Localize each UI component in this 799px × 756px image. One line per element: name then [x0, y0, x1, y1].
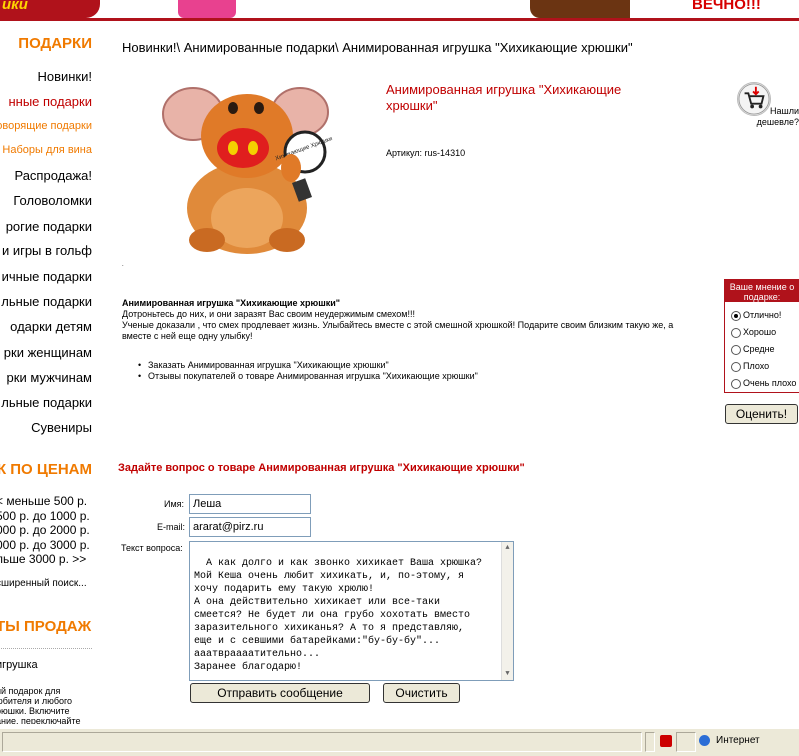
sidebar-item[interactable]: и игры в гольф	[2, 243, 92, 258]
banner-image-right[interactable]	[530, 0, 630, 18]
question-form-title: Задайте вопрос о товаре Анимированная иг…	[118, 462, 525, 474]
status-text-panel	[2, 732, 642, 752]
price-range-link[interactable]: 000 р. до 3000 р.	[0, 538, 90, 552]
price-range-link[interactable]: льше 3000 р. >>	[0, 552, 86, 566]
status-panel	[645, 732, 655, 752]
sidebar-item[interactable]: льные подарки	[1, 294, 92, 309]
radio-button[interactable]	[731, 344, 741, 355]
found-cheaper-link[interactable]: Нашли дешевле?	[737, 82, 799, 132]
sidebar-item[interactable]: Наборы для вина	[2, 144, 92, 156]
textarea-scrollbar[interactable]: ▲ ▼	[501, 542, 513, 680]
poll-option[interactable]: Хорошо	[731, 327, 776, 338]
spacer-dot: .	[122, 262, 124, 268]
poll-option[interactable]: Отлично!	[731, 310, 781, 321]
banner-logo-text: ики	[2, 0, 28, 13]
internet-zone-icon	[699, 735, 710, 746]
found-cheaper-label[interactable]: Нашли дешевле?	[755, 106, 799, 128]
sidebar-item[interactable]: оворящие подарки	[0, 120, 92, 132]
poll-option[interactable]: Плохо	[731, 361, 769, 372]
radio-button[interactable]	[731, 327, 741, 338]
question-label: Текст вопроса:	[121, 543, 183, 553]
sidebar-heading-prices: К ПО ЦЕНАМ	[0, 461, 92, 478]
divider	[0, 648, 92, 649]
poll-title: Ваше мнение о подарке:	[725, 280, 799, 302]
order-link[interactable]: Заказать Анимированная игрушка "Хихикающ…	[138, 360, 478, 371]
zone-label: Интернет	[716, 735, 760, 746]
banner-image[interactable]	[178, 0, 236, 18]
question-textarea[interactable]: А как долго и как звонко хихикает Ваша х…	[189, 541, 514, 681]
scroll-up-icon[interactable]: ▲	[502, 542, 513, 554]
radio-button[interactable]	[731, 378, 741, 389]
description-line: Ученые доказали , что смех продлевает жи…	[122, 320, 674, 341]
name-label: Имя:	[164, 499, 185, 509]
poll-option-label: Средне	[743, 344, 775, 354]
security-icon	[660, 735, 672, 747]
name-input[interactable]: Леша	[189, 494, 311, 514]
question-text: А как долго и как звонко хихикает Ваша х…	[194, 558, 483, 673]
sidebar-item[interactable]: льные подарки	[1, 395, 92, 410]
clear-button[interactable]: Очистить	[383, 683, 460, 703]
breadcrumb[interactable]: Новинки!\ Анимированные подарки\ Анимиро…	[122, 40, 633, 55]
promo-text: юбителя и любого	[0, 696, 73, 706]
product-article: Артикул: rus-14310	[386, 148, 466, 158]
rating-poll: Ваше мнение о подарке: Отлично! Хорошо Сре…	[724, 279, 799, 393]
sidebar-heading-sales: ТЫ ПРОДАЖ	[0, 618, 92, 635]
sidebar-item[interactable]: Сувениры	[31, 420, 92, 435]
price-range-link[interactable]: 500 р. до 1000 р.	[0, 509, 90, 523]
sales-item-link[interactable]: игрушка	[0, 659, 38, 671]
sidebar-item[interactable]: рогие подарки	[6, 219, 92, 234]
promo-text: ание, переключайте	[0, 716, 81, 724]
sidebar-item[interactable]: нные подарки	[8, 94, 92, 109]
poll-option[interactable]: Очень плохо	[731, 378, 796, 389]
price-range-link[interactable]: < меньше 500 р.	[0, 494, 87, 508]
product-links: Заказать Анимированная игрушка "Хихикающ…	[138, 360, 478, 382]
rate-button[interactable]: Оценить!	[725, 404, 798, 424]
sidebar-item[interactable]: Распродажа!	[14, 168, 92, 183]
radio-button[interactable]	[731, 310, 741, 321]
product-description: Анимированная игрушка "Хихикающие хрюшки…	[122, 298, 694, 342]
poll-option-label: Отлично!	[743, 310, 782, 320]
email-input[interactable]: ararat@pirz.ru	[189, 517, 311, 537]
poll-option-label: Хорошо	[743, 327, 777, 337]
sidebar-item[interactable]: рки женщинам	[4, 345, 92, 360]
status-panel	[676, 732, 696, 752]
promo-text: ий подарок для	[0, 686, 61, 696]
banner-slogan: ВЕЧНО!!!	[692, 0, 761, 13]
browser-status-bar: Интернет	[0, 728, 799, 756]
sidebar-item[interactable]: Новинки!	[37, 69, 92, 84]
poll-option-label: Очень плохо	[743, 378, 797, 388]
promo-text: рюшки. Включите	[0, 706, 70, 716]
sidebar-item[interactable]: ичные подарки	[2, 269, 92, 284]
reviews-link[interactable]: Отзывы покупателей о товаре Анимированна…	[138, 371, 478, 382]
scroll-down-icon[interactable]: ▼	[502, 668, 513, 680]
description-line: Дотроньтесь до них, и они заразят Вас св…	[122, 309, 415, 319]
price-range-link[interactable]: 000 р. до 2000 р.	[0, 523, 90, 537]
poll-option[interactable]: Средне	[731, 344, 775, 355]
sidebar-item[interactable]: Головоломки	[13, 193, 92, 208]
send-message-button[interactable]: Отправить сообщение	[190, 683, 370, 703]
sidebar: ПОДАРКИ Новинки! нные подарки оворящие под…	[0, 24, 100, 724]
description-title: Анимированная игрушка "Хихикающие хрюшки…	[122, 298, 341, 308]
top-banner: ики ВЕЧНО!!!	[0, 0, 799, 21]
product-image[interactable]: Хихикающие Хрюшки	[155, 80, 340, 260]
product-title: Анимированная игрушка "Хихикающие хрюшки…	[386, 82, 622, 113]
sidebar-item[interactable]: одарки детям	[10, 319, 92, 334]
poll-option-label: Плохо	[743, 361, 770, 371]
banner-logo[interactable]: ики	[0, 0, 100, 18]
sidebar-heading-gifts: ПОДАРКИ	[18, 35, 92, 52]
radio-button[interactable]	[731, 361, 741, 372]
banner-divider	[0, 18, 799, 21]
sidebar-item[interactable]: рки мужчинам	[7, 370, 92, 385]
email-label: E-mail:	[157, 522, 186, 532]
advanced-search-link[interactable]: сширенный поиск...	[0, 578, 87, 589]
